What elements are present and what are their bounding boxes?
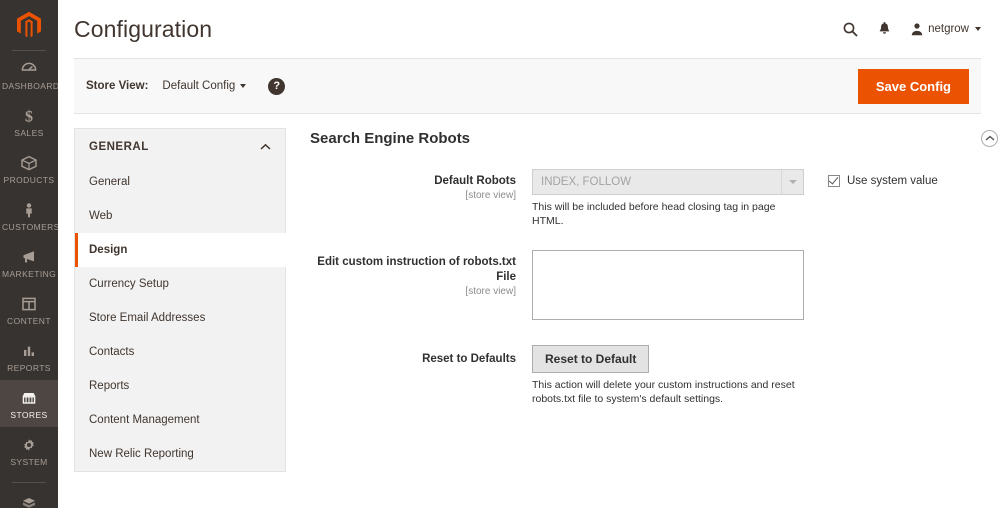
sidebar-item-label: Products <box>2 175 56 185</box>
field-control-default-robots: INDEX, FOLLOW This will be included befo… <box>532 169 804 228</box>
dashboard-icon <box>2 59 56 78</box>
bell-icon[interactable] <box>877 21 892 38</box>
extension-box-icon <box>2 493 56 508</box>
layout-icon <box>2 294 56 313</box>
admin-configuration-page: Dashboard $ Sales Products Customers Mar… <box>0 0 999 508</box>
field-control-reset-to-defaults: Reset to Default This action will delete… <box>532 345 998 406</box>
chevron-down-icon <box>240 84 246 88</box>
page-title: Configuration <box>74 16 212 43</box>
user-avatar-icon <box>910 22 924 37</box>
magento-logo[interactable] <box>0 0 58 46</box>
config-nav-item-web[interactable]: Web <box>75 199 285 233</box>
sidebar-item-label: Dashboard <box>2 81 56 91</box>
bar-chart-icon <box>2 341 56 360</box>
sidebar-item-label: Marketing <box>2 269 56 279</box>
use-system-value-default-robots[interactable]: Use system value <box>828 169 998 228</box>
sidebar-item-label: Stores <box>2 410 56 420</box>
config-nav-list: General Web Design Currency Setup Store … <box>74 165 286 472</box>
config-nav-item-general[interactable]: General <box>75 165 285 199</box>
sidebar-item-label: Sales <box>2 128 56 138</box>
field-row-reset-to-defaults: Reset to Defaults Reset to Default This … <box>304 345 998 406</box>
dollar-icon: $ <box>2 106 56 125</box>
sidebar-item-label: Customers <box>2 222 56 232</box>
person-icon <box>2 200 56 219</box>
sidebar-item-dashboard[interactable]: Dashboard <box>0 51 58 98</box>
section-header: Search Engine Robots <box>304 128 998 147</box>
sidebar-item-content[interactable]: Content <box>0 286 58 333</box>
megaphone-icon <box>2 247 56 266</box>
sidebar-item-label: Reports <box>2 363 56 373</box>
store-view-bar: Store View: Default Config ? Save Config <box>74 58 981 114</box>
chevron-down-icon <box>781 170 803 194</box>
sidebar-item-marketing[interactable]: Marketing <box>0 239 58 286</box>
store-view-switcher[interactable]: Default Config <box>162 80 246 92</box>
config-nav-item-currency-setup[interactable]: Currency Setup <box>75 267 285 301</box>
config-nav-item-design[interactable]: Design <box>75 233 286 267</box>
svg-text:$: $ <box>25 108 33 125</box>
sidebar-item-system[interactable]: System <box>0 427 58 474</box>
field-label-robots-txt: Edit custom instruction of robots.txt Fi… <box>304 250 532 325</box>
search-icon[interactable] <box>842 21 859 38</box>
reset-to-default-button[interactable]: Reset to Default <box>532 345 649 373</box>
default-robots-selected-value: INDEX, FOLLOW <box>533 176 631 188</box>
default-robots-hint: This will be included before head closin… <box>532 200 804 228</box>
config-nav-section-general[interactable]: GENERAL <box>74 128 286 165</box>
config-nav-item-reports[interactable]: Reports <box>75 369 285 403</box>
page-header: Configuration netgrow <box>58 0 999 58</box>
sidebar-item-customers[interactable]: Customers <box>0 192 58 239</box>
config-nav-item-new-relic-reporting[interactable]: New Relic Reporting <box>75 437 285 471</box>
field-scope-text: [store view] <box>304 189 516 203</box>
field-scope-text: [store view] <box>304 285 516 299</box>
sidebar-item-label: Content <box>2 316 56 326</box>
field-control-robots-txt <box>532 250 998 325</box>
config-nav-item-content-management[interactable]: Content Management <box>75 403 285 437</box>
reset-to-default-hint: This action will delete your custom inst… <box>532 378 810 406</box>
config-nav: GENERAL General Web Design Currency Setu… <box>74 128 286 472</box>
config-nav-section-label: GENERAL <box>89 141 149 153</box>
user-menu[interactable]: netgrow <box>910 22 981 37</box>
store-view-selected-value: Default Config <box>162 80 235 92</box>
default-robots-select[interactable]: INDEX, FOLLOW <box>532 169 804 195</box>
help-glyph: ? <box>273 80 280 92</box>
robots-txt-textarea[interactable] <box>532 250 804 320</box>
main-region: Configuration netgrow Store View: <box>58 0 999 508</box>
use-system-value-label: Use system value <box>847 174 938 188</box>
save-config-button[interactable]: Save Config <box>858 69 969 104</box>
help-icon[interactable]: ? <box>268 78 285 95</box>
field-label-reset-to-defaults: Reset to Defaults <box>304 345 532 406</box>
field-row-default-robots: Default Robots [store view] INDEX, FOLLO… <box>304 169 998 228</box>
chevron-down-icon <box>975 27 981 31</box>
config-body: GENERAL General Web Design Currency Setu… <box>58 114 999 472</box>
field-label-text: Default Robots <box>304 174 516 189</box>
user-name: netgrow <box>928 23 969 35</box>
use-system-value-checkbox[interactable] <box>828 175 840 187</box>
box-icon <box>2 153 56 172</box>
chevron-up-icon <box>260 143 271 151</box>
sidebar-item-reports[interactable]: Reports <box>0 333 58 380</box>
sidebar-item-stores[interactable]: Stores <box>0 380 58 427</box>
config-form: Search Engine Robots Default Robots [sto… <box>286 128 998 472</box>
field-row-robots-txt: Edit custom instruction of robots.txt Fi… <box>304 250 998 325</box>
sidebar-item-products[interactable]: Products <box>0 145 58 192</box>
section-title: Search Engine Robots <box>310 130 470 147</box>
gear-icon <box>2 435 56 454</box>
field-label-text: Edit custom instruction of robots.txt Fi… <box>304 255 516 285</box>
field-label-text: Reset to Defaults <box>304 352 516 367</box>
store-view-label: Store View: <box>86 80 148 92</box>
sidebar-item-label: System <box>2 457 56 467</box>
admin-sidebar-rail: Dashboard $ Sales Products Customers Mar… <box>0 0 58 508</box>
config-nav-item-store-email-addresses[interactable]: Store Email Addresses <box>75 301 285 335</box>
sidebar-item-sales[interactable]: $ Sales <box>0 98 58 145</box>
field-label-default-robots: Default Robots [store view] <box>304 169 532 228</box>
config-nav-item-contacts[interactable]: Contacts <box>75 335 285 369</box>
chevron-up-circle-icon[interactable] <box>981 130 998 147</box>
header-tools: netgrow <box>842 21 981 38</box>
storefront-icon <box>2 388 56 407</box>
sidebar-item-find-partners-extensions[interactable]: Find Partners & Extensions <box>0 483 58 508</box>
